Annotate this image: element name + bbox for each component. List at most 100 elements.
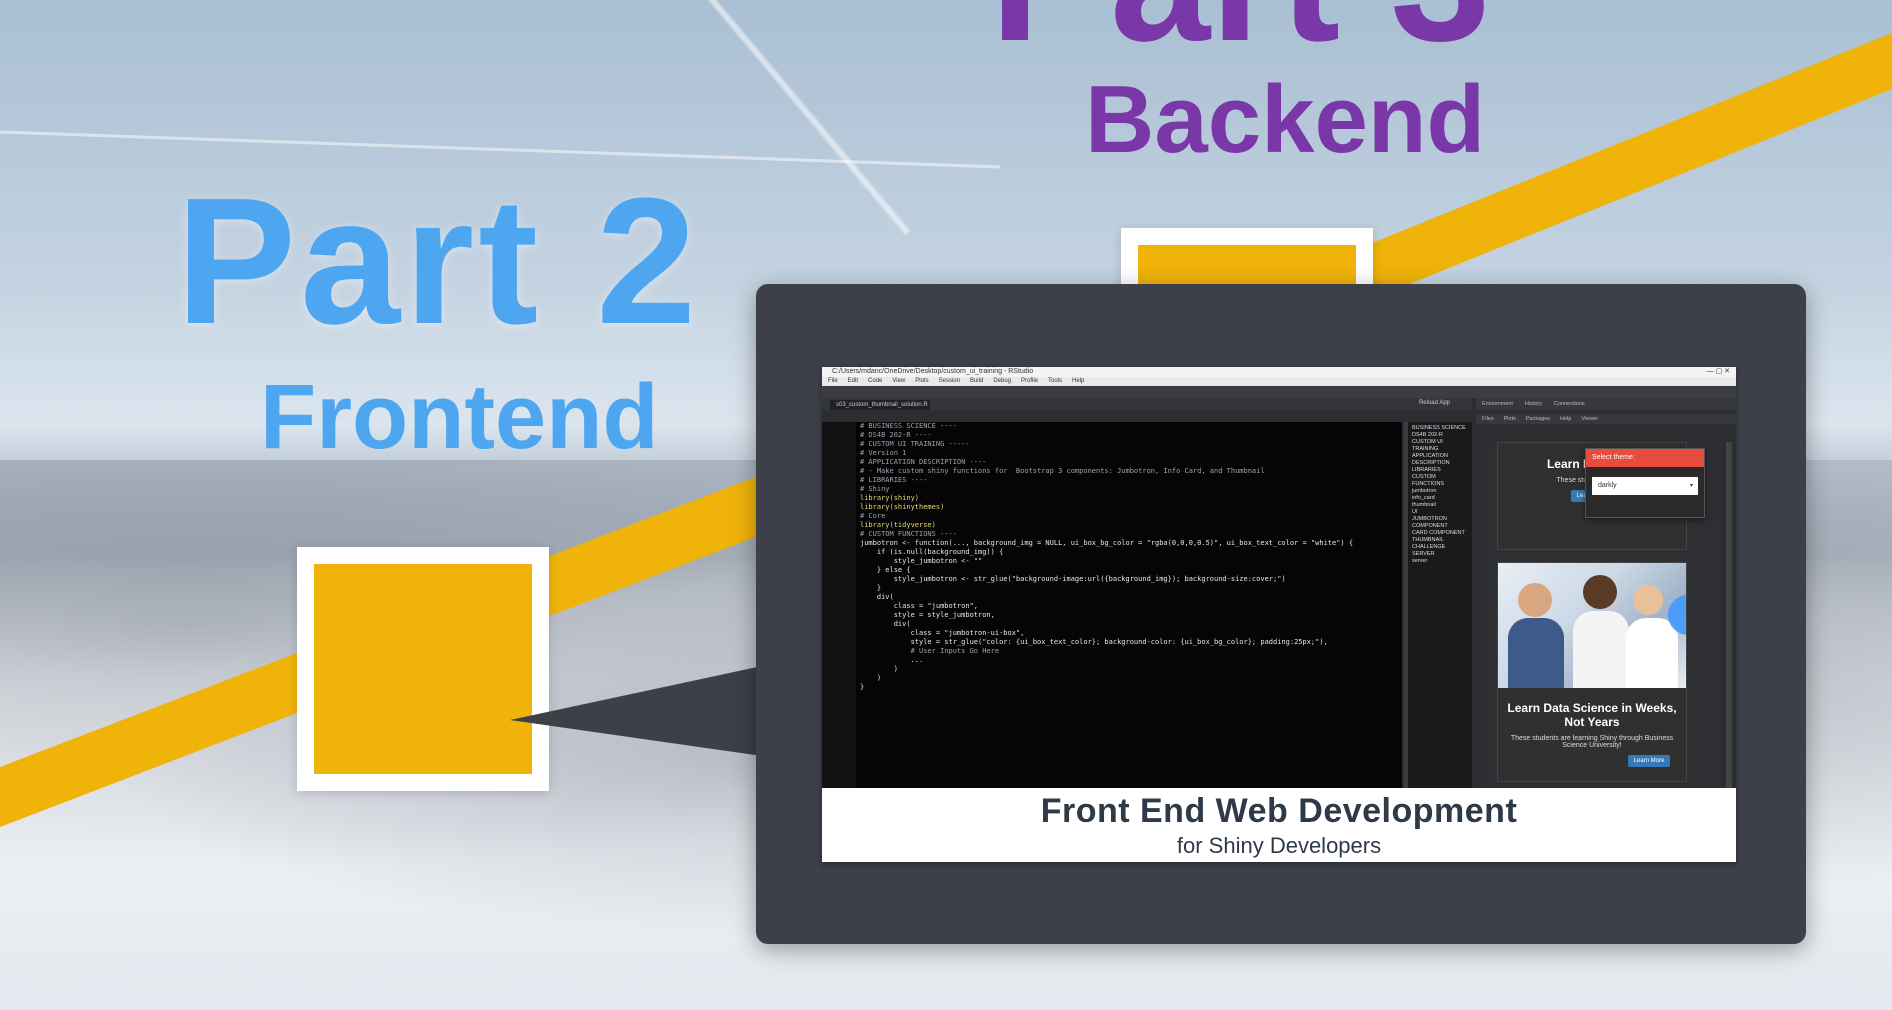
code-line: 37 ) [860, 665, 1402, 674]
code-text: style_jumbotron <- str_glue("background-… [860, 575, 1286, 583]
outline-item[interactable]: thumbnail [1412, 502, 1468, 509]
frontend-label: Frontend [260, 366, 659, 468]
code-text: library(tidyverse) [860, 521, 936, 529]
window-controls[interactable]: — ▢ ✕ [1707, 367, 1730, 377]
pane-tab-packages[interactable]: Packages [1526, 416, 1550, 422]
code-line: 9# LIBRARIES ---- [860, 476, 1402, 485]
menu-item-file[interactable]: File [828, 378, 838, 384]
outline-item[interactable]: DS4B 202-R [1412, 432, 1468, 439]
theme-selector: Select theme: darkly ▾ [1585, 448, 1705, 518]
code-line: 12library(shinythemes) [860, 503, 1402, 512]
code-text: # DS4B 202-R ---- [860, 431, 932, 439]
code-line: 3# CUSTOM UI TRAINING ----- [860, 440, 1402, 449]
outline-item[interactable]: UI [1412, 509, 1468, 516]
code-text: } else { [860, 566, 911, 574]
outline-item[interactable]: server [1412, 558, 1468, 565]
code-text: # Core [860, 512, 886, 520]
outline-item[interactable]: jumbotron [1412, 488, 1468, 495]
code-line: 22 } else { [860, 566, 1402, 575]
pane-tab-plots[interactable]: Plots [1504, 416, 1516, 422]
node-fill [314, 564, 532, 774]
code-line: 17# CUSTOM FUNCTIONS ---- [860, 530, 1402, 539]
chevron-down-icon: ▾ [1689, 483, 1693, 489]
pane-tab-environment[interactable]: Environment [1482, 401, 1513, 407]
code-line: 23 style_jumbotron <- str_glue("backgrou… [860, 575, 1402, 584]
code-text: style_jumbotron <- "" [860, 557, 983, 565]
outline-item[interactable]: LIBRARIES [1412, 467, 1468, 474]
code-text: # LIBRARIES ---- [860, 476, 928, 484]
pane-tab-history[interactable]: History [1525, 401, 1542, 407]
pane-tab-connections[interactable]: Connections [1554, 401, 1585, 407]
viewer-scrollbar[interactable] [1726, 442, 1732, 834]
pane-tab-files[interactable]: Files [1482, 416, 1494, 422]
menu-item-session[interactable]: Session [939, 378, 960, 384]
menu-item-view[interactable]: View [892, 378, 905, 384]
code-text: # Version 1 [860, 449, 907, 457]
reload-app-button[interactable]: Reload App [1419, 400, 1450, 406]
window-title: C:/Users/mdanc/OneDrive/Desktop/custom_u… [832, 368, 1034, 375]
code-text: div( [860, 620, 911, 628]
code-text: class = "jumbotron", [860, 602, 979, 610]
window-titlebar: C:/Users/mdanc/OneDrive/Desktop/custom_u… [822, 367, 1736, 377]
callout-pointer [510, 660, 790, 760]
code-line: 18jumbotron <- function(..., background_… [860, 539, 1402, 548]
outline-item[interactable]: SERVER [1412, 551, 1468, 558]
code-line: 21 style_jumbotron <- "" [860, 557, 1402, 566]
learn-more-button[interactable]: Learn More [1628, 755, 1670, 767]
code-text: # BUSINESS SCIENCE ---- [860, 422, 957, 430]
code-text: } [860, 584, 882, 592]
code-text: style = style_jumbotron, [860, 611, 995, 619]
code-text: } [860, 683, 865, 691]
menu-item-plots[interactable]: Plots [915, 378, 928, 384]
code-line: 1# BUSINESS SCIENCE ---- [860, 422, 1402, 431]
backend-label: Backend [1085, 66, 1486, 173]
code-line: 7# - Make custom shiny functions for Boo… [860, 467, 1402, 476]
code-line: 40} [860, 683, 1402, 692]
menu-item-help[interactable]: Help [1072, 378, 1084, 384]
code-line: 6# APPLICATION DESCRIPTION ---- [860, 458, 1402, 467]
menu-item-profile[interactable]: Profile [1021, 378, 1038, 384]
editor-tab-bar: s03_custom_thumbnail_solution.R Reload A… [822, 398, 1472, 410]
toolbar [822, 386, 1736, 398]
code-line: 26 div( [860, 593, 1402, 602]
sky-streak [700, 0, 911, 236]
menu-item-code[interactable]: Code [868, 378, 882, 384]
outline-item[interactable]: BUSINESS SCIENCE [1412, 425, 1468, 432]
code-text: # - Make custom shiny functions for Boot… [860, 467, 1265, 475]
students-photo [1498, 563, 1686, 688]
outline-item[interactable]: CUSTOM FUNCTIONS [1412, 474, 1468, 488]
pane-tab-help[interactable]: Help [1560, 416, 1571, 422]
code-text: ) [860, 674, 882, 682]
menu-item-debug[interactable]: Debug [993, 378, 1011, 384]
video-caption: Front End Web Development for Shiny Deve… [822, 788, 1736, 862]
theme-select[interactable]: darkly ▾ [1592, 477, 1698, 495]
environment-tabs: Environment History Connections [1476, 398, 1736, 410]
code-text: # CUSTOM FUNCTIONS ---- [860, 530, 957, 538]
code-line: 4# Version 1 [860, 449, 1402, 458]
card-body: These students are learning Shiny throug… [1510, 735, 1674, 749]
code-line: 10# Shiny [860, 485, 1402, 494]
outline-item[interactable]: info_card [1412, 495, 1468, 502]
editor-tab[interactable]: s03_custom_thumbnail_solution.R [830, 400, 930, 410]
code-text: library(shiny) [860, 494, 920, 502]
code-text: library(shinythemes) [860, 503, 945, 511]
thumbnail-card: Learn Data Science in Weeks, Not Years T… [1497, 562, 1687, 782]
code-text: ... [860, 656, 924, 664]
menu-item-edit[interactable]: Edit [848, 378, 858, 384]
code-line: 32 style = str_glue("color: {ui_box_text… [860, 638, 1402, 647]
outline-item[interactable]: APPLICATION DESCRIPTION [1412, 453, 1468, 467]
menu-bar: File Edit Code View Plots Session Build Debug Pr… [822, 377, 1736, 386]
code-line: 15library(tidyverse) [860, 521, 1402, 530]
code-text: # CUSTOM UI TRAINING ----- [860, 440, 970, 448]
code-line: 14# Core [860, 512, 1402, 521]
outline-item[interactable]: JUMBOTRON COMPONENT [1412, 516, 1468, 530]
outline-item[interactable]: THUMBNAIL CHALLENGE [1412, 537, 1468, 551]
outline-item[interactable]: CUSTOM UI TRAINING [1412, 439, 1468, 453]
code-text: # User Inputs Go Here [860, 647, 1000, 655]
code-text: jumbotron <- function(..., background_im… [860, 539, 1354, 547]
menu-item-tools[interactable]: Tools [1048, 378, 1062, 384]
menu-item-build[interactable]: Build [970, 378, 983, 384]
viewer-pane: Learn Data Scie These students are lea L… [1482, 442, 1722, 834]
outline-item[interactable]: CARD COMPONENT [1412, 530, 1468, 537]
pane-tab-viewer[interactable]: Viewer [1581, 416, 1598, 422]
